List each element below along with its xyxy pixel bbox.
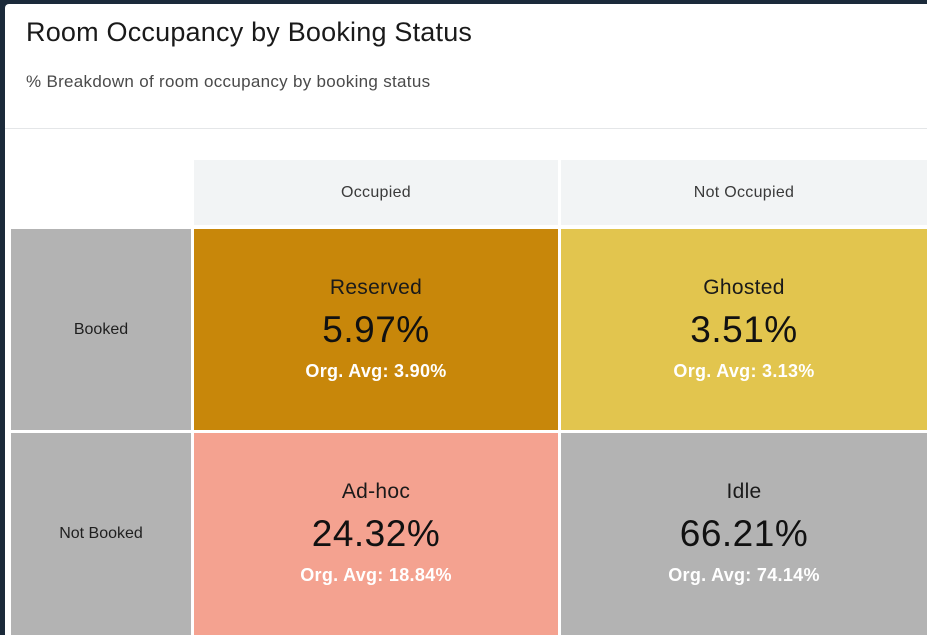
cell-ghosted: Ghosted 3.51% Org. Avg: 3.13%	[561, 229, 927, 430]
chart-title: Room Occupancy by Booking Status	[26, 17, 473, 47]
cell-idle: Idle 66.21% Org. Avg: 74.14%	[561, 433, 927, 635]
header-divider	[5, 128, 927, 129]
cell-label: Ghosted	[703, 276, 785, 299]
row-header-booked: Booked	[11, 229, 191, 430]
chart-card: Room Occupancy by Booking Status % Break…	[5, 4, 927, 635]
cell-value: 3.51%	[690, 309, 798, 350]
cell-org-avg: Org. Avg: 74.14%	[668, 565, 820, 585]
cell-value: 5.97%	[322, 309, 430, 350]
cell-org-avg: Org. Avg: 18.84%	[300, 565, 452, 585]
cell-org-avg: Org. Avg: 3.90%	[305, 361, 447, 381]
column-header-not-occupied: Not Occupied	[561, 160, 927, 225]
chart-subtitle: % Breakdown of room occupancy by booking…	[26, 72, 431, 91]
cell-value: 24.32%	[311, 513, 441, 554]
cell-ad-hoc: Ad-hoc 24.32% Org. Avg: 18.84%	[194, 433, 558, 635]
cell-reserved: Reserved 5.97% Org. Avg: 3.90%	[194, 229, 558, 430]
row-header-not-booked: Not Booked	[11, 433, 191, 635]
cell-value: 66.21%	[679, 513, 809, 554]
cell-label: Reserved	[329, 276, 423, 299]
cell-org-avg: Org. Avg: 3.13%	[673, 361, 815, 381]
cell-label: Ad-hoc	[341, 480, 411, 503]
cell-label: Idle	[726, 480, 762, 503]
column-header-occupied: Occupied	[194, 160, 558, 225]
